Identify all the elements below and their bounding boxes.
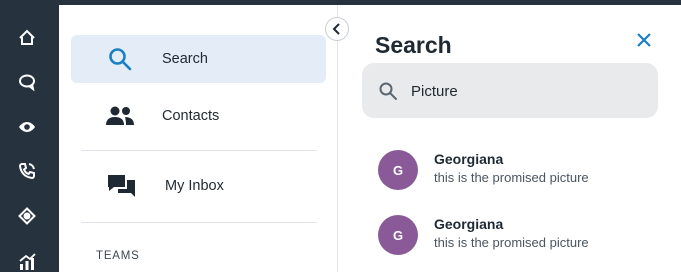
nav-item-label: Contacts (162, 108, 220, 124)
avatar: G (378, 215, 418, 255)
contacts-icon (103, 101, 137, 131)
close-icon (637, 32, 651, 52)
search-pane: Search G Georgiana this is the promised … (339, 5, 681, 272)
search-input[interactable] (411, 77, 641, 105)
search-icon (103, 44, 137, 74)
avatar: G (378, 150, 418, 190)
chat-icon[interactable] (16, 71, 38, 93)
search-pane-title: Search (375, 32, 452, 58)
icon-rail (0, 0, 59, 272)
target-icon[interactable] (16, 205, 38, 227)
search-result-item[interactable]: G Georgiana this is the promised picture (362, 144, 658, 198)
nav-item-contacts[interactable]: Contacts (71, 92, 326, 140)
result-sender-name: Georgiana (434, 216, 504, 232)
result-message-snippet: this is the promised picture (434, 235, 589, 250)
nav-item-search[interactable]: Search (71, 35, 326, 83)
result-sender-name: Georgiana (434, 151, 504, 167)
nav-item-label: Search (162, 51, 208, 67)
home-icon[interactable] (16, 27, 38, 49)
result-message-snippet: this is the promised picture (434, 170, 589, 185)
search-result-item[interactable]: G Georgiana this is the promised picture (362, 209, 658, 263)
teams-section-label: TEAMS (96, 250, 140, 262)
eye-icon[interactable] (16, 116, 38, 138)
nav-item-label: My Inbox (165, 178, 224, 194)
inbox-icon (105, 171, 139, 201)
analytics-icon[interactable] (16, 250, 38, 272)
navigation-panel: Search Contacts My Inbox TEAMS (59, 5, 338, 272)
nav-divider (81, 150, 317, 151)
close-button[interactable] (634, 32, 654, 52)
nav-item-my-inbox[interactable]: My Inbox (71, 162, 326, 210)
collapse-panel-button[interactable] (325, 17, 349, 41)
search-icon (378, 81, 398, 101)
phone-icon[interactable] (16, 160, 38, 182)
nav-divider (81, 222, 317, 223)
search-box (362, 63, 658, 118)
